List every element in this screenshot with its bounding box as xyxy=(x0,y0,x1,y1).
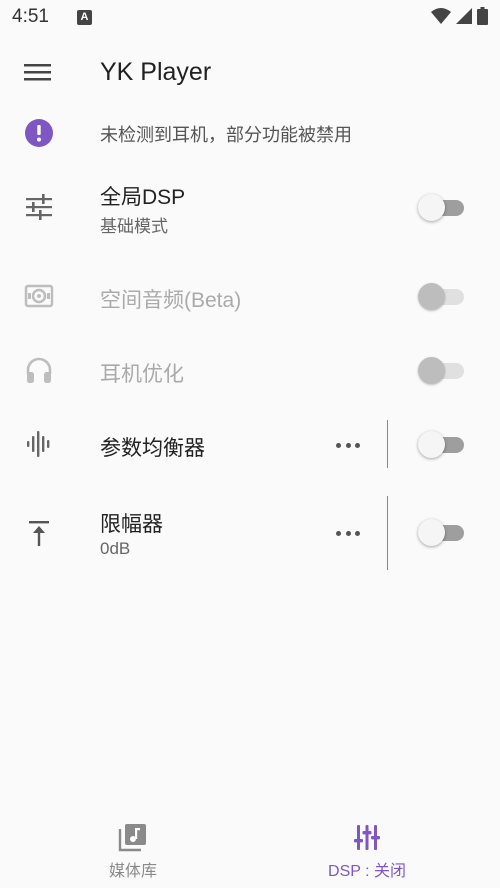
eq-more-button[interactable] xyxy=(336,435,360,455)
row-subtitle: 基础模式 xyxy=(100,217,168,236)
dot xyxy=(355,530,360,536)
status-bar: 4:51 A xyxy=(0,0,500,34)
headphone-warning: 未检测到耳机，部分功能被禁用 xyxy=(0,112,500,156)
divider xyxy=(387,420,388,468)
headphones-icon xyxy=(22,353,56,387)
row-title: 空间音频(Beta) xyxy=(100,289,242,312)
switch-thumb xyxy=(418,431,445,458)
global-dsp-switch[interactable] xyxy=(418,191,464,223)
nav-label: DSP : 关闭 xyxy=(328,863,406,880)
bottom-navigation: 媒体库 DSP : 关闭 xyxy=(0,808,500,888)
status-icons xyxy=(431,7,488,25)
row-global-dsp[interactable]: 全局DSP 基础模式 xyxy=(0,170,500,240)
wifi-icon xyxy=(431,8,451,24)
app-bar: YK Player xyxy=(0,44,500,102)
dot xyxy=(336,530,341,536)
parametric-eq-switch[interactable] xyxy=(418,428,464,460)
row-parametric-eq[interactable]: 参数均衡器 xyxy=(0,420,500,470)
exclamation-circle-icon xyxy=(22,116,56,150)
dot xyxy=(345,530,351,536)
dot xyxy=(345,442,351,448)
waveform-icon xyxy=(22,427,56,461)
warning-text: 未检测到耳机，部分功能被禁用 xyxy=(100,125,352,145)
row-spatial-audio[interactable]: 空间音频(Beta) xyxy=(0,272,500,322)
row-headphone-optimization[interactable]: 耳机优化 xyxy=(0,346,500,396)
switch-thumb xyxy=(418,194,445,221)
row-title: 限幅器 xyxy=(100,513,163,536)
spatial-audio-icon xyxy=(22,279,56,313)
row-title: 耳机优化 xyxy=(100,363,184,386)
limiter-more-button[interactable] xyxy=(336,523,360,543)
sliders-icon xyxy=(22,190,56,224)
limiter-switch[interactable] xyxy=(418,516,464,548)
nav-label: 媒体库 xyxy=(108,863,157,880)
dot xyxy=(355,442,360,448)
spatial-audio-switch[interactable] xyxy=(418,280,464,312)
switch-thumb xyxy=(418,283,445,310)
nav-dsp[interactable]: DSP : 关闭 xyxy=(242,808,492,888)
notification-icon: A xyxy=(76,9,92,25)
switch-thumb xyxy=(418,357,445,384)
headphone-optimization-switch[interactable] xyxy=(418,354,464,386)
limiter-icon xyxy=(22,516,56,550)
row-limiter[interactable]: 限幅器 0dB xyxy=(0,496,500,571)
signal-icon xyxy=(456,8,472,24)
menu-button[interactable] xyxy=(24,60,52,84)
nav-media-library[interactable]: 媒体库 xyxy=(8,808,258,888)
divider xyxy=(387,496,388,570)
switch-thumb xyxy=(418,519,445,546)
music-library-icon xyxy=(118,824,146,852)
row-subtitle: 0dB xyxy=(100,539,131,558)
battery-icon xyxy=(477,7,488,25)
row-title: 参数均衡器 xyxy=(100,437,205,460)
app-title: YK Player xyxy=(100,58,212,86)
status-time: 4:51 xyxy=(12,6,49,27)
equalizer-icon xyxy=(354,825,380,850)
row-title: 全局DSP xyxy=(100,186,186,209)
hamburger-menu-icon xyxy=(24,64,51,81)
dot xyxy=(336,442,341,448)
